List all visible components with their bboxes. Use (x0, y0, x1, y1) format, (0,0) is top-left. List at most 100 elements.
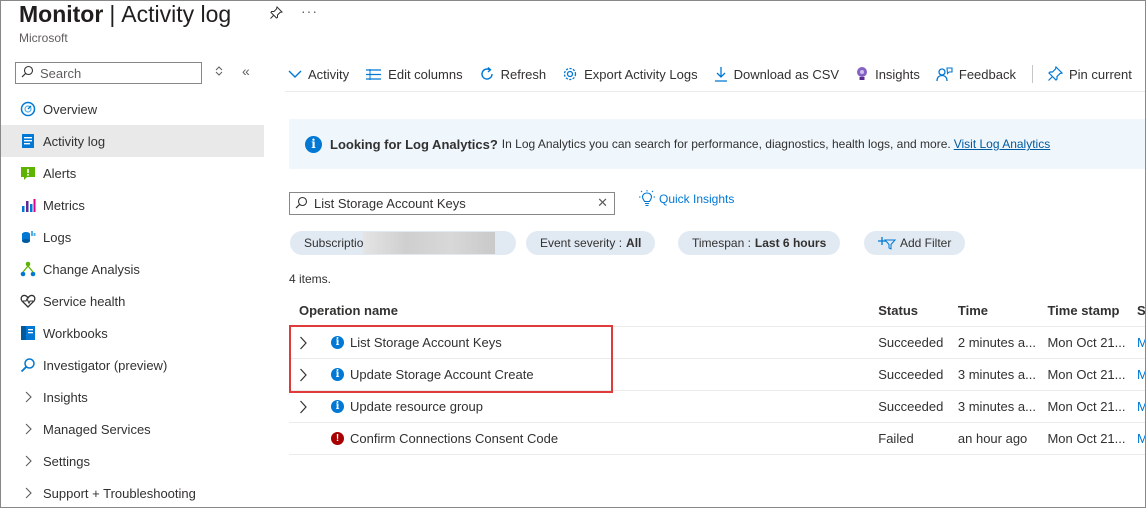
metrics-icon (19, 196, 37, 214)
subscription-filter-label: Subscriptio (304, 236, 364, 250)
quick-insights-label: Quick Insights (659, 192, 735, 206)
sidebar-item-support-troubleshooting[interactable]: Support + Troubleshooting (1, 477, 264, 507)
sidebar-item-label: Support + Troubleshooting (43, 485, 196, 501)
sidebar-item-investigator[interactable]: Investigator (preview) (1, 349, 264, 381)
sidebar-item-label: Workbooks (43, 325, 108, 341)
sidebar-item-label: Insights (43, 389, 88, 405)
column-header-timestamp[interactable]: Time stamp (1047, 303, 1137, 318)
operation-search-value: List Storage Account Keys (314, 196, 466, 211)
gear-icon (562, 66, 578, 82)
timestamp-cell: Mon Oct 21... (1047, 367, 1126, 382)
collapse-sidebar-icon[interactable]: « (242, 63, 250, 79)
visit-log-analytics-link[interactable]: Visit Log Analytics (954, 137, 1051, 151)
chevron-right-icon[interactable] (299, 336, 319, 350)
pin-icon (1047, 66, 1063, 82)
download-csv-button[interactable]: Download as CSV (714, 66, 840, 82)
chevron-down-icon (288, 69, 302, 79)
sidebar-item-label: Managed Services (43, 421, 151, 437)
chevron-right-icon[interactable] (299, 400, 319, 414)
timestamp-cell: Mon Oct 21... (1047, 399, 1126, 414)
time-cell: 2 minutes a... (957, 335, 1036, 350)
subscription-filter-pill[interactable]: Subscriptio (290, 231, 516, 255)
column-header-operation[interactable]: Operation name (289, 303, 878, 318)
sidebar-search-input[interactable]: Search (15, 62, 202, 84)
info-banner: i Looking for Log Analytics? In Log Anal… (289, 119, 1145, 169)
sidebar-item-label: Activity log (43, 133, 106, 149)
chevron-right-icon (19, 484, 37, 502)
export-activity-logs-button[interactable]: Export Activity Logs (562, 66, 698, 82)
pin-icon[interactable] (269, 6, 283, 23)
time-cell: an hour ago (957, 431, 1028, 446)
edit-columns-button[interactable]: Edit columns (365, 67, 463, 82)
feedback-label: Feedback (958, 66, 1016, 82)
feedback-button[interactable]: Feedback (936, 66, 1016, 82)
sidebar-item-label: Service health (43, 293, 126, 309)
quick-insights-link[interactable]: Quick Insights (639, 190, 734, 208)
redacted-subscription (363, 232, 496, 254)
event-severity-value: All (626, 236, 642, 250)
download-icon (714, 66, 728, 82)
sidebar-item-service-health[interactable]: Service health (1, 285, 264, 317)
sidebar-item-label: Overview (43, 101, 98, 117)
page-title-separator: | (109, 1, 116, 27)
truncated-link-cell[interactable]: M (1137, 335, 1145, 350)
page-title-service: Monitor (19, 1, 104, 27)
add-filter-button[interactable]: Add Filter (864, 231, 966, 255)
timespan-filter-pill[interactable]: Timespan : Last 6 hours (678, 231, 841, 255)
activity-toggle-button[interactable]: Activity (288, 67, 349, 82)
timespan-value: Last 6 hours (754, 236, 827, 250)
pin-current-button[interactable]: Pin current (1047, 66, 1132, 82)
truncated-link-cell[interactable]: M (1137, 431, 1145, 446)
sidebar-search-placeholder: Search (40, 65, 82, 81)
truncated-link-cell[interactable]: M (1137, 367, 1145, 382)
lightbulb-icon (639, 190, 655, 208)
time-cell: 3 minutes a... (957, 399, 1036, 414)
alerts-icon (19, 164, 37, 182)
sidebar-item-insights[interactable]: Insights (1, 381, 264, 413)
logs-icon (19, 228, 37, 246)
table-row[interactable]: i Update Storage Account Create Succeede… (289, 359, 1145, 391)
event-severity-filter-pill[interactable]: Event severity : All (526, 231, 656, 255)
refresh-button[interactable]: Refresh (479, 66, 546, 82)
chevron-right-icon (19, 452, 37, 470)
insights-button[interactable]: Insights (855, 66, 920, 82)
app-window: Monitor | Activity log ··· Microsoft Sea… (0, 0, 1146, 508)
info-level-icon: i (331, 400, 344, 413)
activity-table: Operation name Status Time Time stamp S … (289, 295, 1145, 455)
sidebar-item-label: Logs (43, 229, 72, 245)
column-header-truncated[interactable]: S (1137, 303, 1145, 318)
sort-toggle-icon[interactable] (214, 65, 224, 80)
sidebar-item-metrics[interactable]: Metrics (1, 189, 264, 221)
operation-name: Update Storage Account Create (350, 367, 534, 382)
sidebar-item-settings[interactable]: Settings (1, 445, 264, 477)
table-row[interactable]: ! Confirm Connections Consent Code Faile… (289, 423, 1145, 455)
more-options-icon[interactable]: ··· (301, 3, 318, 19)
chevron-right-icon[interactable] (299, 368, 319, 382)
info-icon: i (305, 135, 322, 153)
sidebar-item-activity-log[interactable]: Activity log (1, 125, 264, 157)
activity-toggle-label: Activity (308, 66, 350, 82)
sidebar-item-change-analysis[interactable]: Change Analysis (1, 253, 264, 285)
sidebar-item-overview[interactable]: Overview (1, 93, 264, 125)
download-csv-label: Download as CSV (733, 66, 840, 82)
operation-search-input[interactable]: List Storage Account Keys ✕ (289, 192, 615, 215)
sidebar-item-alerts[interactable]: Alerts (1, 157, 264, 189)
timestamp-cell: Mon Oct 21... (1047, 431, 1126, 446)
banner-description: In Log Analytics you can search for perf… (501, 137, 951, 151)
operation-name: Update resource group (350, 399, 483, 414)
sidebar-item-managed-services[interactable]: Managed Services (1, 413, 264, 445)
sidebar-item-label: Settings (43, 453, 90, 469)
sidebar-item-workbooks[interactable]: Workbooks (1, 317, 264, 349)
column-header-status[interactable]: Status (878, 303, 958, 318)
workbooks-icon (19, 324, 37, 342)
columns-icon (365, 68, 382, 81)
truncated-link-cell[interactable]: M (1137, 399, 1145, 414)
clear-search-icon[interactable]: ✕ (597, 195, 608, 211)
refresh-icon (479, 66, 495, 82)
table-row[interactable]: i Update resource group Succeeded 3 minu… (289, 391, 1145, 423)
table-header: Operation name Status Time Time stamp S (289, 295, 1145, 327)
table-row[interactable]: i List Storage Account Keys Succeeded 2 … (289, 327, 1145, 359)
sidebar-item-label: Metrics (43, 197, 85, 213)
sidebar-item-logs[interactable]: Logs (1, 221, 264, 253)
column-header-time[interactable]: Time (958, 303, 1048, 318)
